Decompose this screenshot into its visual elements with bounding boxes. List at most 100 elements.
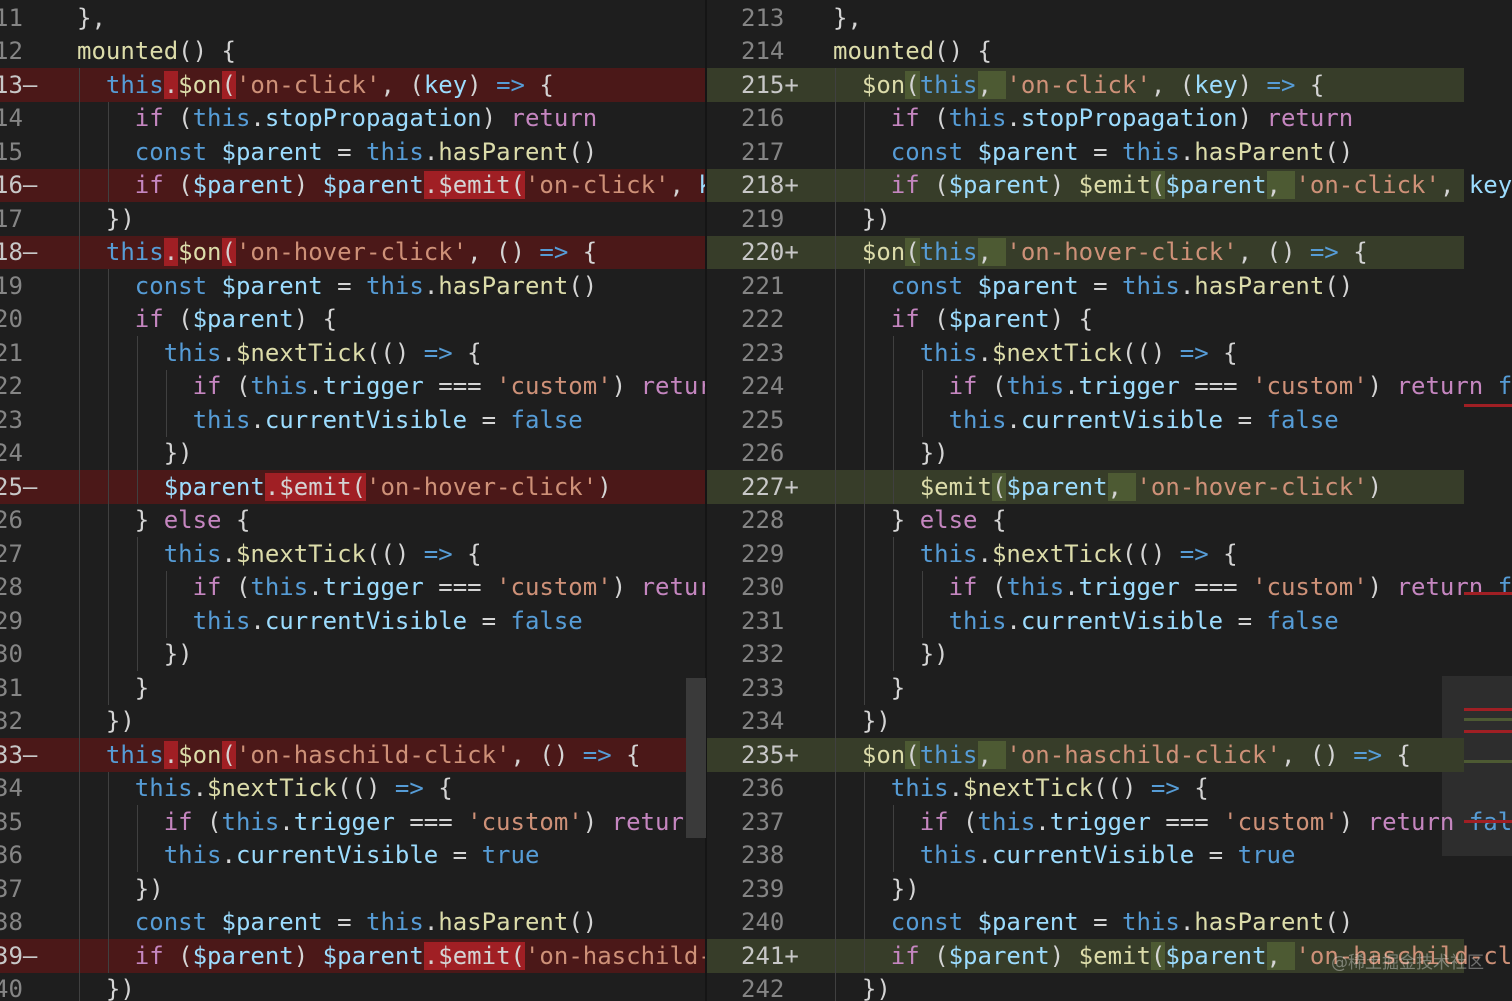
indent-guide <box>863 101 865 135</box>
left-code-line[interactable]: 28 if (this.trigger === 'custom') return … <box>0 570 707 604</box>
code-text: if (this.trigger === 'custom') return fa… <box>920 805 1512 839</box>
left-code-line[interactable]: 21 this. $nextTick(() => { <box>0 336 707 370</box>
indent-guide <box>79 637 80 671</box>
left-code-line[interactable]: 36 this. currentVisible = true <box>0 838 707 873</box>
indent-guide <box>79 503 80 537</box>
left-scrollbar-thumb[interactable] <box>686 678 706 838</box>
line-number: 17 <box>0 204 23 233</box>
left-code-line[interactable]: 32}) <box>0 704 707 738</box>
left-code-line[interactable]: 26} else { <box>0 503 707 537</box>
right-code-line[interactable]: 225 this. currentVisible = false <box>707 403 1512 437</box>
left-code-line[interactable]: 13— this. $on('on-click', (key) => { <box>0 68 707 102</box>
right-code-line[interactable]: 224 if (this. trigger === 'custom') return… <box>707 369 1512 403</box>
code-token: ( <box>919 104 949 133</box>
indent-guide <box>79 135 80 169</box>
overview-ruler-mark <box>1464 718 1512 721</box>
code-text: }) <box>891 872 920 906</box>
code-token: if <box>948 573 978 602</box>
right-code-line[interactable]: 218+ if ($parent) $emit($parent, 'on-clic… <box>707 168 1512 202</box>
left-code-line[interactable]: 35 if (this. trigger === 'custom') return … <box>0 805 707 839</box>
right-code-line[interactable]: 221 const $parent = this. hasParent() <box>707 269 1512 303</box>
left-code-line[interactable]: 22 if (this.trigger === 'custom') return … <box>0 369 707 403</box>
left-code-line[interactable]: 25— $parent .$emit('on-hover-click') <box>0 470 707 504</box>
indent-guide <box>136 838 138 872</box>
code-text: $parent .$emit('on-hover-click') <box>164 470 612 504</box>
indent-guide <box>863 470 865 504</box>
indent-guide <box>835 637 836 671</box>
code-text: this. currentVisible = true <box>164 839 540 873</box>
right-code-line[interactable]: 240 const $parent = this. hasParent() <box>707 905 1512 939</box>
left-code-line[interactable]: 38 const $parent = this. hasParent() <box>0 905 707 939</box>
left-code-line[interactable]: 18— this. $on('on-hover-click', () => { <box>0 235 707 269</box>
indent-guide <box>107 403 109 437</box>
code-token: const <box>134 137 208 166</box>
left-code-line[interactable]: 14 if (this. stopPropagation) return <box>0 101 707 135</box>
code-text: this. currentVisible = true <box>920 839 1296 873</box>
left-code-line[interactable]: 33— this. $on('on-haschild-click', () => { <box>0 738 707 772</box>
code-token: $emit <box>1078 941 1151 970</box>
left-code-line[interactable]: 15 const $parent = this. hasParent() <box>0 135 707 169</box>
right-code-line[interactable]: 228} else { <box>707 503 1512 537</box>
code-token: hasParent <box>438 271 569 300</box>
left-code-line[interactable]: 34 this. $nextTick(() => { <box>0 771 707 805</box>
right-code-line[interactable]: 239}) <box>707 872 1512 906</box>
line-number: 20 <box>0 305 23 334</box>
code-token: this <box>919 539 978 568</box>
right-code-line[interactable]: 231 this. currentVisible = false <box>707 604 1512 638</box>
left-code-line[interactable]: 31} <box>0 671 707 705</box>
right-code-line[interactable]: 236 this. $nextTick(() => { <box>707 771 1512 805</box>
left-code-line[interactable]: 20 if ($parent) { <box>0 302 707 336</box>
indent-guide <box>863 637 865 671</box>
right-code-line[interactable]: 226}) <box>707 436 1512 470</box>
left-code-line[interactable]: 19 const $parent = this. hasParent() <box>0 269 707 303</box>
right-code-line[interactable]: 237 if (this. trigger === 'custom') return… <box>707 805 1512 839</box>
left-code-line[interactable]: 23 this. currentVisible = false <box>0 403 707 437</box>
right-code-line[interactable]: 222 if ($parent) { <box>707 302 1512 336</box>
left-code-line[interactable]: 27 this. $nextTick(() => { <box>0 537 707 571</box>
left-code-line[interactable]: 24}) <box>0 436 707 470</box>
left-code-line[interactable]: 30}) <box>0 637 707 671</box>
right-code-line[interactable]: 217 const $parent = this. hasParent() <box>707 135 1512 169</box>
code-token: . <box>221 539 236 568</box>
line-number: 37 <box>0 874 23 903</box>
overview-ruler-mark <box>1464 760 1512 763</box>
left-code-line[interactable]: 29 this. currentVisible = false <box>0 604 707 638</box>
right-code-line[interactable]: 235+ $on(this, 'on-haschild-click', () =>… <box>707 738 1464 772</box>
indent-guide <box>835 436 836 470</box>
left-code-line[interactable]: 39— if ($parent) $parent .$emit('on-haschi… <box>0 939 707 973</box>
code-token: () { <box>178 37 236 66</box>
right-code-line[interactable]: 219}) <box>707 202 1512 236</box>
right-code-line[interactable]: 233} <box>707 671 1512 705</box>
indent-guide <box>863 503 865 537</box>
right-code-line[interactable]: 220+ $on(this, 'on-hover-click', () => { <box>707 235 1464 269</box>
line-number: 24 <box>0 439 23 468</box>
left-code-line[interactable]: 12 mounted() { <box>0 35 707 69</box>
indent-guide <box>79 302 80 336</box>
left-code-line[interactable]: 37}) <box>0 872 707 906</box>
right-code-line[interactable]: 223 this. $nextTick(() => { <box>707 336 1512 370</box>
right-code-line[interactable]: 215+ $on(this, 'on-click', (key) => { <box>707 68 1464 102</box>
right-code-line[interactable]: 214 mounted() { <box>707 35 1512 69</box>
right-code-line[interactable]: 229 this. $nextTick(() => { <box>707 537 1512 571</box>
right-code-line[interactable]: 232}) <box>707 637 1512 671</box>
left-code-line[interactable]: 17}) <box>0 202 707 236</box>
right-code-line[interactable]: 227+ $emit($parent, 'on-hover-click') <box>707 470 1464 504</box>
modified-code-pane[interactable]: 213}, 214 mounted() {215+ $on(this, 'on-cli… <box>707 0 1512 1001</box>
indent-guide <box>835 537 836 571</box>
code-token: , <box>977 740 1007 769</box>
right-code-line[interactable]: 230 if (this. trigger === 'custom') return… <box>707 570 1512 604</box>
indent-guide <box>79 168 80 202</box>
right-code-line[interactable]: 213}, <box>707 1 1512 35</box>
code-token: this <box>163 841 222 870</box>
left-code-line[interactable]: 40}) <box>0 972 707 1001</box>
right-code-line[interactable]: 234}) <box>707 704 1512 738</box>
left-code-line[interactable]: 16— if ($parent) $parent .$emit('on-click'… <box>0 168 707 202</box>
indent-guide <box>79 939 80 973</box>
right-code-line[interactable]: 242}) <box>707 972 1512 1001</box>
right-code-line[interactable]: 216 if (this. stopPropagation) return <box>707 101 1512 135</box>
indent-guide <box>863 135 865 169</box>
right-code-line[interactable]: 238 this. currentVisible = true <box>707 838 1512 873</box>
original-code-pane[interactable]: 11}, 12 mounted() {13— this. $on('on-click',… <box>0 0 707 1001</box>
left-code-line[interactable]: 11}, <box>0 1 707 35</box>
